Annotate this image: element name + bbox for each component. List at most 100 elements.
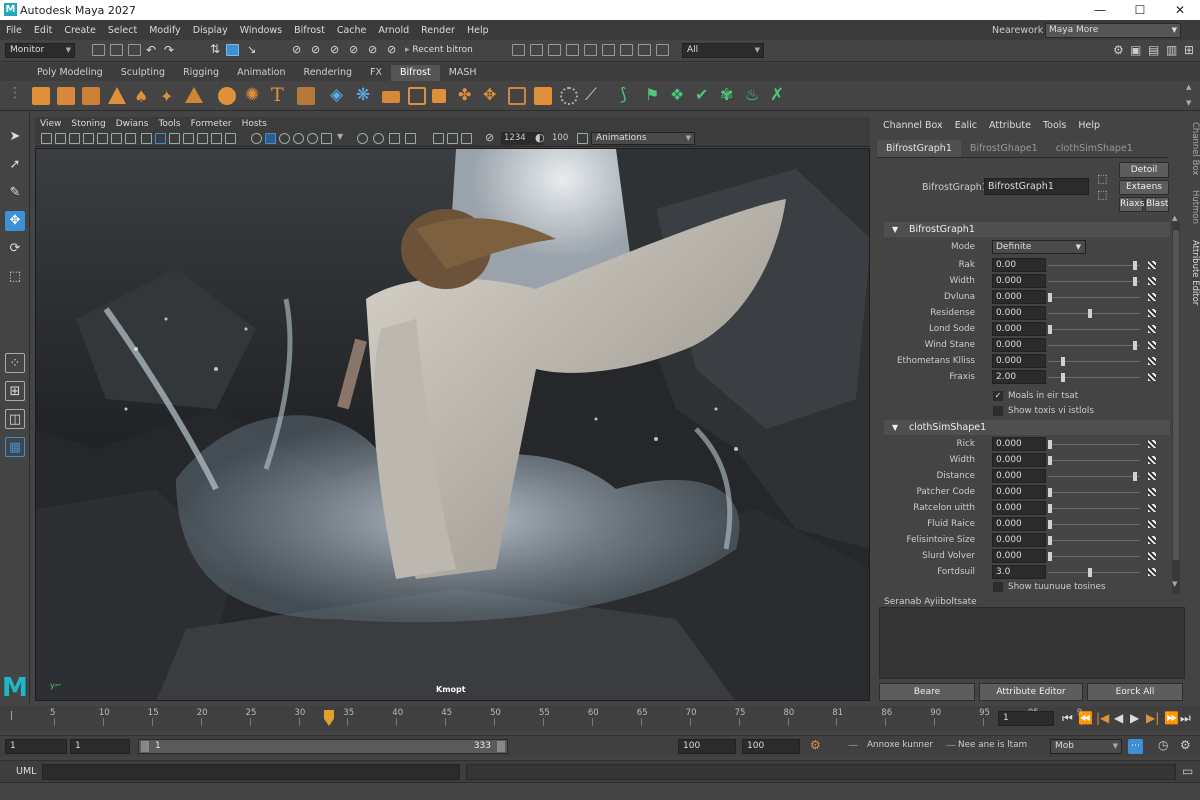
attribute-slider-knob[interactable]: [1133, 472, 1137, 481]
tab-bifrostghape1[interactable]: BifrostGhape1: [961, 140, 1047, 157]
attribute-slider-knob[interactable]: [1048, 552, 1052, 561]
map-button-icon[interactable]: [1148, 472, 1156, 480]
attribute-slider-knob[interactable]: [1088, 309, 1092, 318]
new-scene-icon[interactable]: [92, 44, 105, 56]
ipr-render-icon[interactable]: [548, 44, 561, 56]
attribute-slider-knob[interactable]: [1133, 277, 1137, 286]
attribute-slider-track[interactable]: [1048, 265, 1140, 266]
attribute-slider-track[interactable]: [1048, 444, 1140, 445]
select-button[interactable]: Beare: [879, 683, 975, 701]
map-button-icon[interactable]: [1148, 520, 1156, 528]
gamma-icon[interactable]: ◐: [535, 131, 545, 144]
shelf-tab-poly-modeling[interactable]: Poly Modeling: [28, 65, 112, 81]
menu-render[interactable]: Render: [415, 25, 461, 36]
mode-dropdown[interactable]: Definite ▼: [992, 240, 1086, 254]
filter-dropdown[interactable]: All ▼: [682, 43, 764, 58]
close-button[interactable]: ✕: [1160, 0, 1200, 20]
bifrost-text-icon[interactable]: T: [271, 84, 284, 106]
xray-active-icon[interactable]: [389, 133, 400, 144]
snap-view-icon[interactable]: ⊘: [349, 43, 358, 56]
animation-end-field[interactable]: 100: [742, 739, 800, 754]
map-button-icon[interactable]: [1148, 341, 1156, 349]
paint-tool-icon[interactable]: ✎: [5, 183, 25, 203]
tab-clothsimshape1[interactable]: clothSimShape1: [1047, 140, 1142, 157]
menu-set-dropdown[interactable]: Monitor ▼: [5, 43, 75, 58]
focus-icon[interactable]: ⬚: [1097, 172, 1107, 185]
attribute-slider-knob[interactable]: [1133, 341, 1137, 350]
mash-network-icon[interactable]: ⟆: [620, 85, 627, 105]
step-forward-frame-icon[interactable]: ▶|: [1146, 711, 1159, 725]
attribute-slider-track[interactable]: [1048, 492, 1140, 493]
attribute-slider-track[interactable]: [1048, 281, 1140, 282]
shelf-tab-fx[interactable]: FX: [361, 65, 391, 81]
safe-title-icon[interactable]: [183, 133, 194, 144]
bifrost-layer-icon[interactable]: [432, 89, 446, 103]
channel-box-tab[interactable]: Channel Box: [877, 120, 949, 131]
single-perspective-view-icon[interactable]: ⁘: [5, 353, 25, 373]
settings-gear-icon[interactable]: ⚙: [1113, 43, 1124, 57]
go-to-end-icon[interactable]: ⏭: [1180, 711, 1191, 726]
workspace-select[interactable]: Maya More ▼: [1045, 23, 1181, 38]
wireframe-icon[interactable]: [197, 133, 208, 144]
shelf-scroll-down-icon[interactable]: ▼: [1186, 99, 1191, 107]
load-attributes-button[interactable]: Attribute Editor: [979, 683, 1083, 701]
attribute-slider-track[interactable]: [1048, 540, 1140, 541]
panel-menu-tools[interactable]: Tools: [153, 119, 185, 129]
attribute-value-field[interactable]: 0.000: [992, 501, 1046, 515]
checkbox-show-tuunuue[interactable]: [993, 582, 1003, 592]
attribute-value-field[interactable]: 0.000: [992, 517, 1046, 531]
bifrost-node-icon[interactable]: [297, 87, 315, 105]
resolution-gate-icon[interactable]: [125, 133, 136, 144]
bifrost-light-icon[interactable]: ✺: [245, 85, 259, 105]
attribute-slider-knob[interactable]: [1048, 504, 1052, 513]
attribute-slider-knob[interactable]: [1048, 536, 1052, 545]
menu-modify[interactable]: Modify: [143, 25, 186, 36]
checkbox-show-toxis[interactable]: [993, 406, 1003, 416]
shadows-icon[interactable]: [307, 133, 318, 144]
attribute-slider-track[interactable]: [1048, 460, 1140, 461]
scale-tool-icon[interactable]: ⬚: [5, 267, 25, 287]
emitter-cone-icon[interactable]: [108, 87, 126, 104]
smooth-shade-icon[interactable]: [211, 133, 222, 144]
toggle-panel-icon[interactable]: ⊞: [1184, 43, 1194, 57]
menu-attribute[interactable]: Attribute: [983, 120, 1037, 131]
time-slider[interactable]: | 5 10 15 20 25 30 35 40 45 50 55 60 65 70 75 80 81 86 90 9…: [0, 706, 1200, 732]
mash-world-icon[interactable]: ✾: [720, 85, 733, 104]
menu-file[interactable]: File: [0, 25, 28, 36]
attribute-value-field[interactable]: 0.000: [992, 437, 1046, 451]
menu-windows[interactable]: Windows: [234, 25, 288, 36]
bifrost-lasso-icon[interactable]: ⟋: [585, 85, 597, 105]
select-hierarchy-icon[interactable]: ⇅: [210, 42, 220, 56]
lasso-tool-icon[interactable]: ➚: [5, 155, 25, 175]
bifrost-cube-icon[interactable]: [32, 87, 50, 105]
node-name-field[interactable]: BifrostGraph1: [984, 178, 1089, 195]
camera-select-icon[interactable]: [41, 133, 52, 144]
side-tab-channel-box[interactable]: Channel Box: [1187, 122, 1200, 175]
attribute-slider-track[interactable]: [1048, 297, 1140, 298]
rotate-tool-icon[interactable]: ⟳: [5, 239, 25, 259]
command-language-label[interactable]: UML: [16, 766, 36, 777]
maximize-button[interactable]: ☐: [1120, 0, 1160, 20]
shelf-handle-icon[interactable]: ⋮: [8, 85, 22, 101]
range-handle-start[interactable]: [141, 741, 149, 752]
shelf-tab-rigging[interactable]: Rigging: [174, 65, 228, 81]
select-tool-icon[interactable]: ➤: [5, 127, 25, 147]
shelf-tab-bifrost[interactable]: Bifrost: [391, 65, 440, 81]
menu-edit[interactable]: Edit: [28, 25, 58, 36]
playback-end-field[interactable]: 100: [678, 739, 736, 754]
checkbox-moals[interactable]: ✓: [993, 391, 1003, 401]
arnold-ipr-icon[interactable]: [656, 44, 669, 56]
menu-display[interactable]: Display: [187, 25, 234, 36]
attribute-slider-knob[interactable]: [1048, 440, 1052, 449]
scroll-down-icon[interactable]: ▼: [1172, 580, 1177, 588]
map-button-icon[interactable]: [1148, 488, 1156, 496]
attribute-slider-track[interactable]: [1048, 508, 1140, 509]
chevron-down-icon[interactable]: ▼: [337, 132, 343, 141]
attribute-slider-knob[interactable]: [1048, 456, 1052, 465]
current-frame-field[interactable]: 1: [998, 711, 1054, 726]
attribute-slider-knob[interactable]: [1061, 373, 1065, 382]
toggle-panel-icon[interactable]: ▤: [1148, 43, 1159, 57]
attribute-slider-knob[interactable]: [1048, 325, 1052, 334]
bifrost-sphere-icon[interactable]: [218, 87, 236, 105]
scroll-up-icon[interactable]: ▲: [1172, 214, 1177, 222]
